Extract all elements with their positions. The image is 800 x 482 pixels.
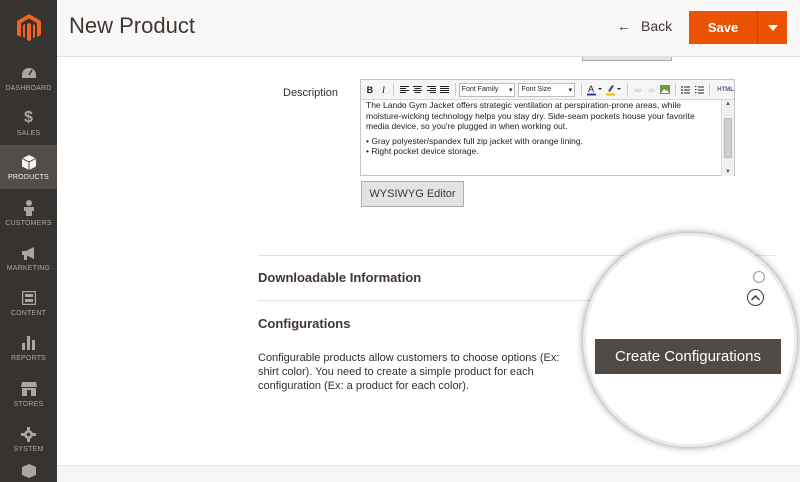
align-left-icon[interactable] bbox=[397, 83, 411, 97]
partial-button[interactable] bbox=[582, 57, 672, 61]
description-bullet: • Right pocket device storage. bbox=[366, 146, 479, 156]
bold-button[interactable]: B bbox=[363, 83, 377, 97]
person-icon bbox=[20, 199, 38, 217]
sidebar-item-label: PRODUCTS bbox=[8, 174, 49, 181]
store-icon bbox=[20, 380, 38, 398]
description-label: Description bbox=[283, 87, 339, 99]
toolbar-separator bbox=[393, 83, 395, 96]
text-color-icon[interactable]: A bbox=[585, 83, 605, 97]
chevron-down-icon: ▾ bbox=[568, 86, 573, 94]
save-button[interactable]: Save bbox=[689, 20, 757, 35]
admin-sidebar: DASHBOARD $ SALES PRODUCTS CUSTOMERS MAR… bbox=[0, 0, 57, 482]
justify-icon[interactable] bbox=[438, 83, 452, 97]
italic-button[interactable]: I bbox=[377, 83, 391, 97]
sidebar-item-label: DASHBOARD bbox=[5, 85, 52, 92]
font-family-select[interactable]: Font Family ▾ bbox=[458, 82, 516, 97]
description-bullet: • Gray polyester/spandex full zip jacket… bbox=[366, 135, 584, 146]
sidebar-item-stores[interactable]: STORES bbox=[0, 372, 57, 416]
arrow-left-icon: ← bbox=[617, 18, 631, 34]
sidebar-item-marketing[interactable]: MARKETING bbox=[0, 236, 57, 280]
magento-logo[interactable] bbox=[0, 0, 57, 56]
font-size-value: Font Size bbox=[521, 86, 552, 93]
toolbar-separator bbox=[454, 83, 456, 96]
unlink-icon[interactable]: ∞ bbox=[645, 83, 659, 97]
sidebar-item-label: MARKETING bbox=[6, 265, 51, 272]
sidebar-item-label: STORES bbox=[13, 401, 44, 408]
toolbar-separator bbox=[581, 83, 583, 96]
sidebar-item-label: CONTENT bbox=[10, 310, 47, 317]
back-button[interactable]: ← Back bbox=[617, 18, 672, 34]
svg-text:A: A bbox=[588, 84, 594, 94]
sidebar-item-sales[interactable]: $ SALES bbox=[0, 101, 57, 145]
editor-content[interactable]: The Lando Gym Jacket offers strategic ve… bbox=[361, 100, 721, 176]
wysiwyg-editor-button[interactable]: WYSIWYG Editor bbox=[361, 181, 464, 207]
bar-chart-icon bbox=[20, 334, 38, 352]
downloadable-information-title[interactable]: Downloadable Information bbox=[258, 270, 421, 285]
insert-image-icon[interactable] bbox=[658, 83, 672, 97]
sidebar-item-system[interactable]: SYSTEM bbox=[0, 417, 57, 461]
dollar-icon: $ bbox=[24, 109, 33, 126]
collapse-chevron-up-icon[interactable] bbox=[747, 289, 764, 306]
magento-logo-icon bbox=[16, 14, 41, 41]
configurations-title[interactable]: Configurations bbox=[258, 316, 350, 331]
toolbar-separator bbox=[627, 83, 629, 96]
save-split-button: Save bbox=[689, 11, 787, 44]
scroll-thumb[interactable] bbox=[724, 118, 732, 158]
align-right-icon[interactable] bbox=[425, 83, 439, 97]
megaphone-icon bbox=[20, 244, 38, 262]
scroll-down-icon[interactable]: ▼ bbox=[725, 169, 731, 175]
sidebar-item-customers[interactable]: CUSTOMERS bbox=[0, 191, 57, 235]
editor-toolbar: B I Font Family ▾ Font Size ▾ A ∞ ∞ HTML bbox=[361, 80, 734, 100]
description-editor: B I Font Family ▾ Font Size ▾ A ∞ ∞ HTML… bbox=[360, 79, 735, 176]
highlight-color-icon[interactable] bbox=[605, 83, 625, 97]
numbered-list-icon[interactable] bbox=[693, 83, 707, 97]
font-size-select[interactable]: Font Size ▾ bbox=[518, 82, 576, 97]
back-label: Back bbox=[641, 18, 673, 34]
box-icon bbox=[20, 462, 38, 479]
align-center-icon[interactable] bbox=[411, 83, 425, 97]
description-paragraph: The Lando Gym Jacket offers strategic ve… bbox=[366, 100, 695, 131]
link-icon[interactable]: ∞ bbox=[631, 83, 645, 97]
sidebar-item-products[interactable]: PRODUCTS bbox=[0, 145, 57, 189]
sidebar-item-label: SYSTEM bbox=[13, 446, 44, 453]
html-source-button[interactable]: HTML bbox=[717, 87, 734, 93]
font-family-value: Font Family bbox=[461, 86, 499, 93]
toolbar-separator bbox=[709, 83, 711, 96]
scroll-up-icon[interactable]: ▲ bbox=[725, 101, 731, 107]
create-configurations-button[interactable]: Create Configurations bbox=[595, 339, 781, 374]
sidebar-item-partial[interactable] bbox=[0, 462, 57, 482]
page-header: New Product ← Back Save bbox=[57, 0, 800, 57]
sidebar-item-content[interactable]: CONTENT bbox=[0, 281, 57, 325]
cube-icon bbox=[20, 153, 38, 171]
chevron-down-icon bbox=[767, 24, 778, 31]
section-toggle-icon[interactable] bbox=[753, 271, 765, 283]
toolbar-separator bbox=[675, 83, 676, 96]
sidebar-item-label: REPORTS bbox=[10, 355, 47, 362]
page-footer-bar bbox=[57, 465, 800, 482]
bullet-list-icon[interactable] bbox=[679, 83, 693, 97]
sidebar-item-reports[interactable]: REPORTS bbox=[0, 326, 57, 370]
editor-scrollbar[interactable]: ▲ ▼ bbox=[721, 100, 734, 176]
content-icon bbox=[20, 289, 38, 307]
sidebar-item-label: CUSTOMERS bbox=[5, 220, 52, 227]
gear-icon bbox=[20, 425, 38, 443]
configurations-description: Configurable products allow customers to… bbox=[258, 352, 560, 392]
dashboard-icon bbox=[20, 64, 38, 82]
sidebar-item-dashboard[interactable]: DASHBOARD bbox=[0, 56, 57, 100]
page-title: New Product bbox=[69, 13, 195, 38]
sidebar-item-label: SALES bbox=[16, 130, 41, 137]
chevron-down-icon: ▾ bbox=[508, 86, 513, 94]
save-options-toggle[interactable] bbox=[758, 24, 787, 31]
